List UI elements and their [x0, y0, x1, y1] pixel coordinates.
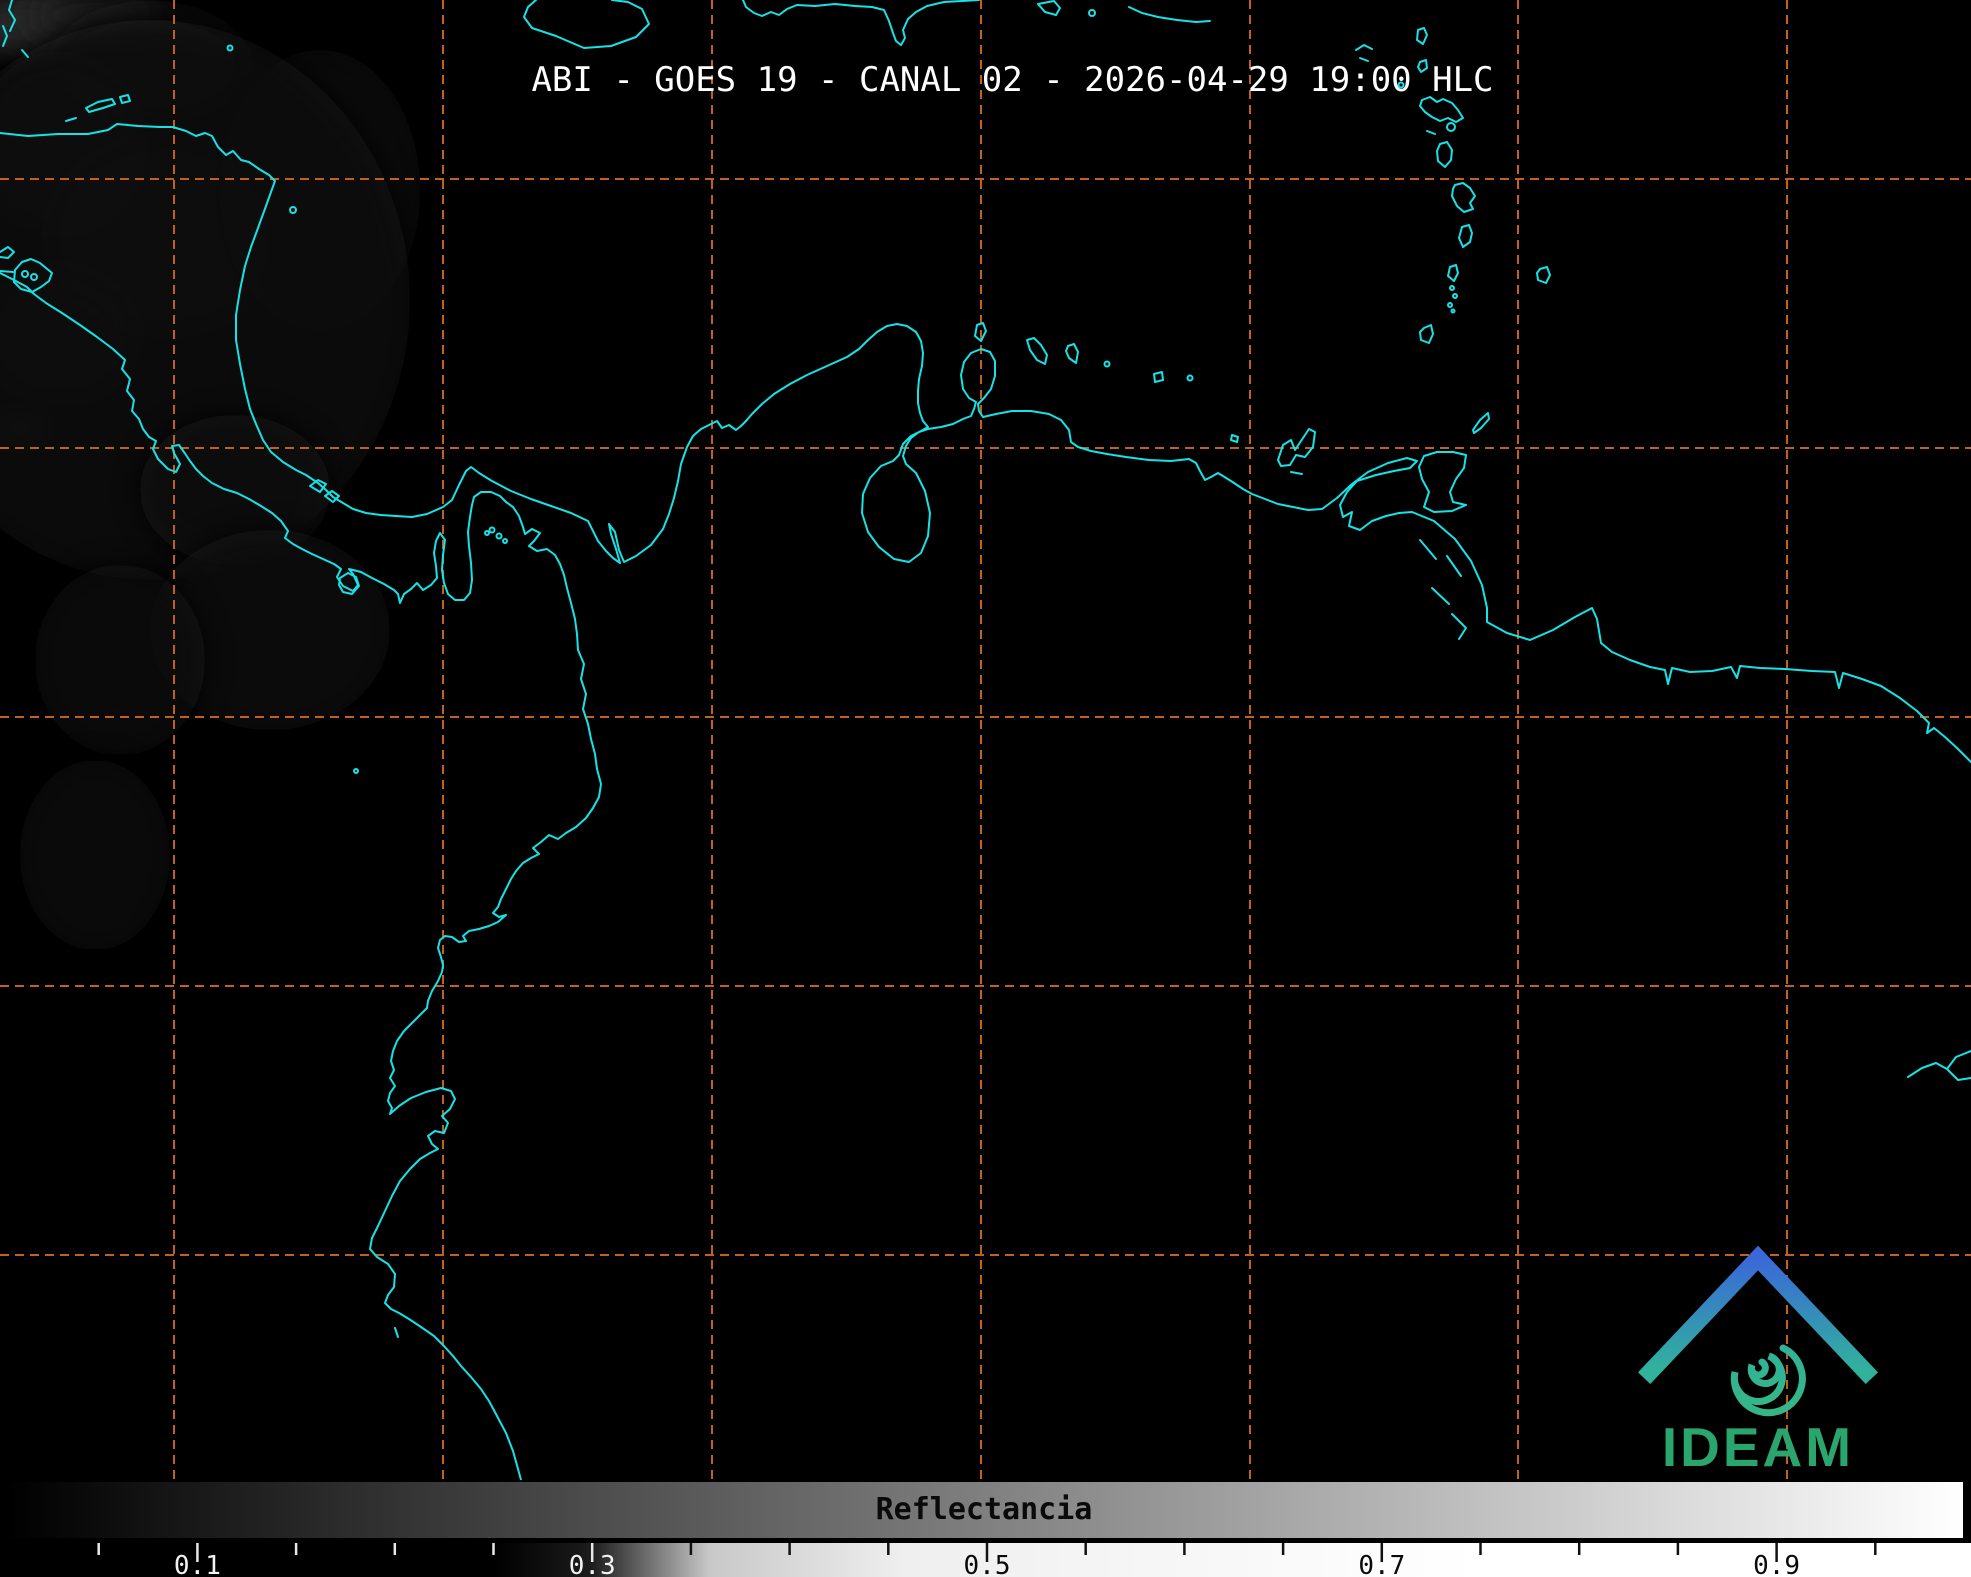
reflectance-colorbar: Reflectancia 0.1 0.3 0.5 0.7 0.9	[0, 1480, 1971, 1577]
colorbar-tick-label: 0.9	[1753, 1551, 1800, 1577]
colorbar-tick-label: 0.7	[1358, 1551, 1405, 1577]
colorbar-axis-strip: 0.1 0.3 0.5 0.7 0.9	[0, 1543, 1971, 1577]
image-title: ABI - GOES 19 - CANAL 02 - 2026-04-29 19…	[531, 60, 1494, 100]
colorbar-tick-label: 0.5	[964, 1551, 1011, 1577]
cloud-patch	[20, 760, 170, 950]
satellite-image-viewport: IDEAM ABI - GOES 19 - CANAL 02 - 2026-04…	[0, 0, 1971, 1577]
colorbar-axis: 0.1 0.3 0.5 0.7 0.9	[97, 1543, 1877, 1577]
title-bar: ABI - GOES 19 - CANAL 02 - 2026-04-29 19…	[27, 60, 1971, 100]
cloud-patch	[35, 565, 205, 755]
colorbar-gradient: Reflectancia	[3, 1480, 1965, 1543]
colorbar-tick-label: 0.3	[569, 1551, 616, 1577]
colorbar-title: Reflectancia	[875, 1492, 1093, 1527]
satellite-map: IDEAM	[0, 0, 1971, 1480]
logo-text: IDEAM	[1662, 1416, 1854, 1478]
colorbar-tick-label: 0.1	[174, 1551, 221, 1577]
coastline	[0, 270, 14, 273]
